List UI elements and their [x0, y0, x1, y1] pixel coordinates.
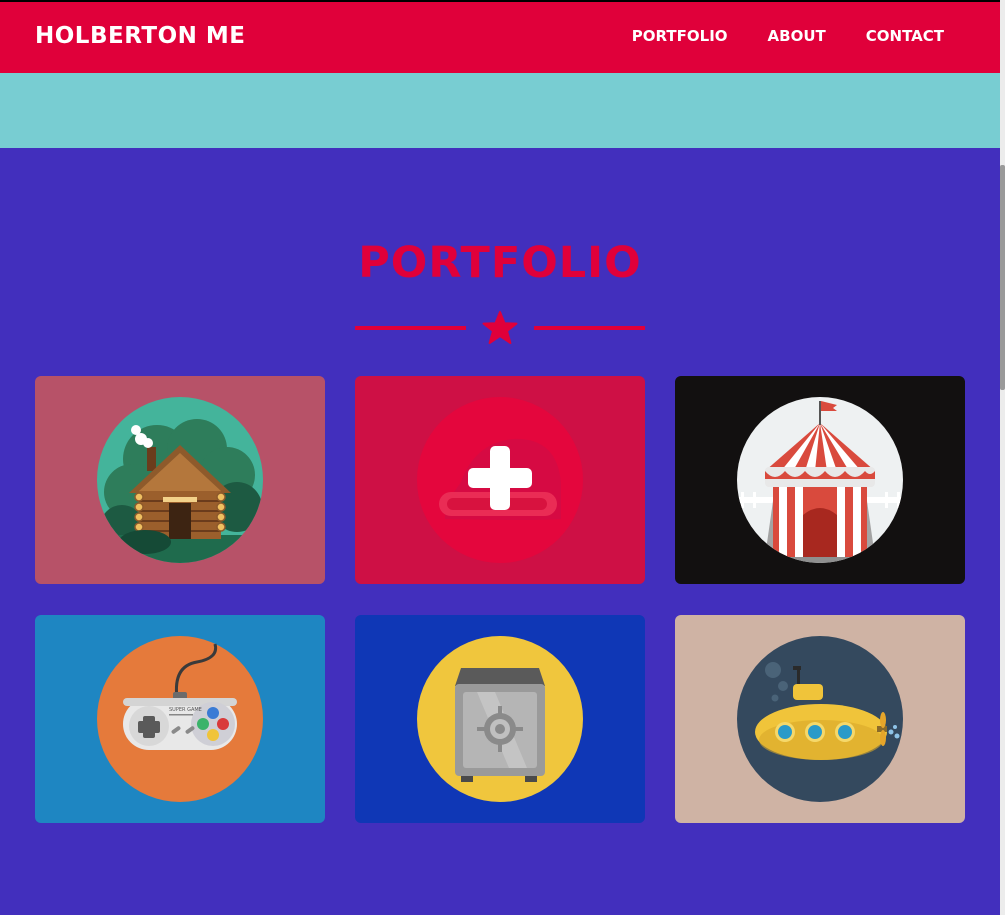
divider-line-right [534, 326, 645, 330]
nav-link-about[interactable]: ABOUT [768, 27, 826, 45]
header-band [0, 73, 1000, 148]
scrollbar-track[interactable] [1000, 0, 1005, 915]
scrollbar-thumb[interactable] [1000, 165, 1005, 390]
brand-logo[interactable]: HOLBERTON ME [35, 23, 245, 49]
portfolio-item-add[interactable] [355, 376, 645, 584]
gamepad-label: SUPER GAME [169, 707, 202, 713]
safe-icon [417, 636, 583, 802]
portfolio-item-safe[interactable] [355, 615, 645, 823]
title-divider [355, 310, 645, 346]
nav-links: PORTFOLIO ABOUT CONTACT [632, 27, 944, 45]
divider-line-left [355, 326, 466, 330]
nav-link-contact[interactable]: CONTACT [866, 27, 944, 45]
game-controller-icon: SUPER GAME [97, 636, 263, 802]
section-title: PORTFOLIO [358, 238, 642, 288]
portfolio-item-submarine[interactable] [675, 615, 965, 823]
log-cabin-icon [97, 397, 263, 563]
circus-tent-icon [737, 397, 903, 563]
portfolio-item-cabin[interactable] [35, 376, 325, 584]
add-icon [417, 397, 583, 563]
portfolio-item-circus[interactable] [675, 376, 965, 584]
star-icon [482, 311, 518, 344]
portfolio-item-gamepad[interactable]: SUPER GAME [35, 615, 325, 823]
navbar: HOLBERTON ME PORTFOLIO ABOUT CONTACT [0, 2, 1000, 73]
submarine-icon [737, 636, 903, 802]
nav-link-portfolio[interactable]: PORTFOLIO [632, 27, 728, 45]
